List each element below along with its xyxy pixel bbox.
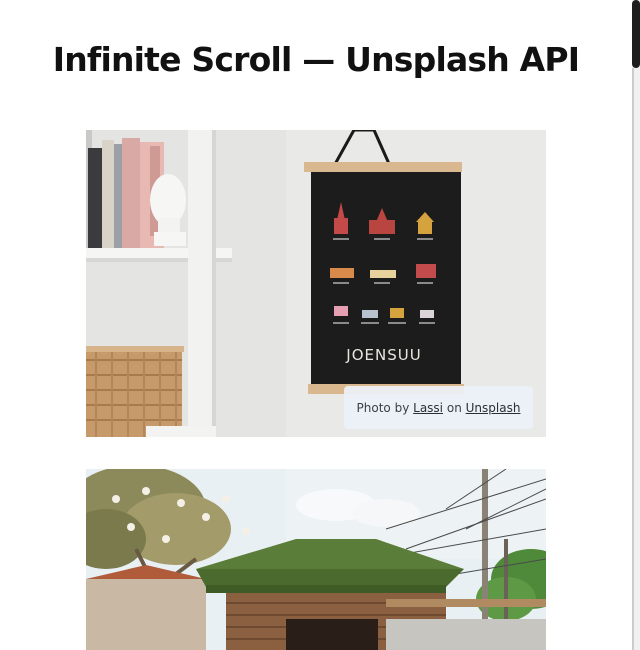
unsplash-link[interactable]: Unsplash [466,401,521,415]
photo-card[interactable]: JOENSUU Photo by Lassi on Unsplash [86,130,546,437]
scrollbar-edge [632,68,634,650]
credit-prefix: Photo by [356,400,410,415]
page-title: Infinite Scroll — Unsplash API [52,40,580,79]
photo-card[interactable] [86,469,546,650]
photo-image[interactable] [86,469,546,650]
author-link[interactable]: Lassi [413,401,443,415]
photo-credit: Photo by Lassi on Unsplash [344,386,533,429]
scrollbar-thumb[interactable] [632,0,640,68]
poster-title: JOENSUU [345,346,421,364]
credit-middle: on [446,400,462,415]
